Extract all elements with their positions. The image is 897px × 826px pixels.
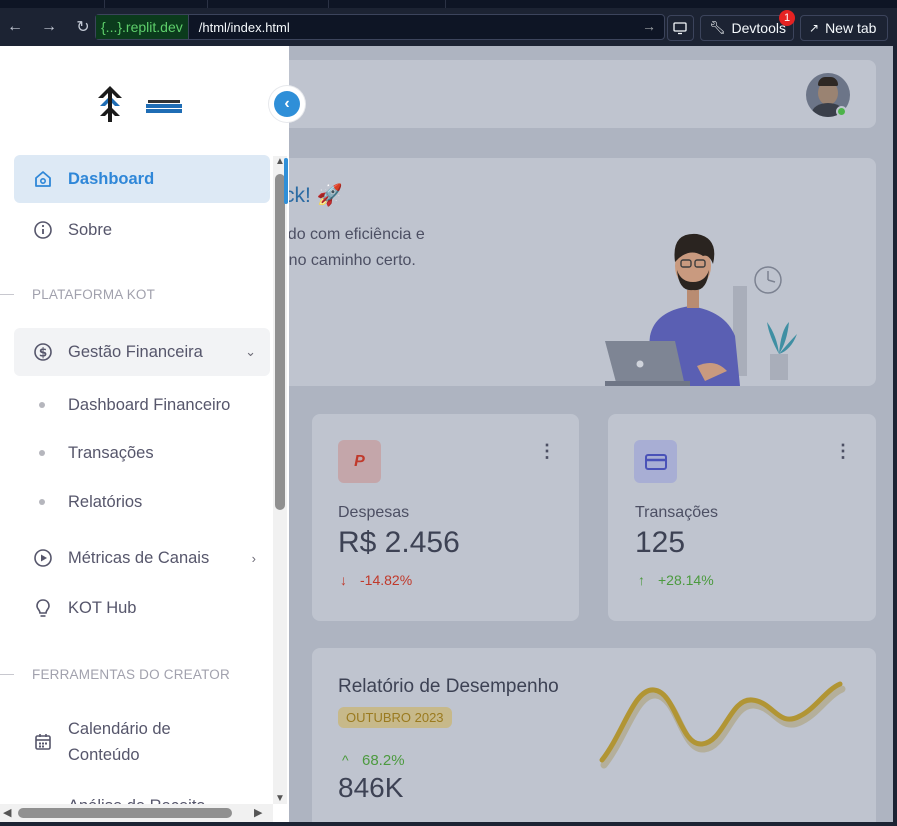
arrow-up-icon: ↑ (638, 572, 645, 588)
sidebar-subitem-label: Transações (68, 443, 154, 462)
sidebar-subitem-label: Dashboard Financeiro (68, 395, 231, 414)
browser-toolbar: ← → ↻ {...} .replit.dev /html/index.html … (0, 8, 897, 46)
tab-strip (0, 0, 897, 8)
browser-tab[interactable] (328, 0, 446, 8)
expenses-change: -14.82% (360, 572, 413, 588)
welcome-card: ck! 🚀 eúdo com eficiência e or no caminh… (250, 158, 876, 386)
chevron-up-icon: ^ (342, 752, 349, 768)
devtools-label: Devtools (731, 20, 786, 36)
back-icon[interactable]: ← (4, 16, 26, 38)
label-line2: Conteúdo (68, 746, 140, 764)
expenses-card: P ⋮ Despesas R$ 2.456 ↓ -14.82% (312, 414, 579, 621)
monitor-icon (673, 22, 687, 35)
sidebar-subitem-label: Relatórios (68, 492, 143, 511)
sidebar-vertical-scrollbar[interactable]: ▲ ▼ (273, 156, 287, 804)
window-edge (893, 46, 897, 826)
paypal-icon: P (338, 440, 381, 483)
report-change: 68.2% (362, 752, 405, 769)
sidebar-item-label: Sobre (68, 220, 113, 239)
sidebar-item-gestao-financeira[interactable]: $ Gestão Financeira ⌄ (14, 328, 270, 376)
sidebar-item-label: Métricas de Canais (68, 548, 210, 567)
sidebar-horizontal-scrollbar[interactable]: ◀ ▶ (0, 804, 273, 822)
url-host: {...} .replit.dev (96, 15, 189, 39)
dollar-icon: $ (32, 341, 54, 363)
sidebar-item-label: Dashboard (68, 169, 155, 188)
scrollbar-thumb[interactable] (275, 174, 285, 510)
device-preview-button[interactable] (667, 15, 694, 41)
expenses-title: Despesas (338, 504, 410, 521)
report-period-badge: OUTUBRO 2023 (338, 707, 452, 728)
new-tab-label: New tab (825, 20, 877, 36)
expenses-value: R$ 2.456 (338, 526, 460, 559)
transactions-change: +28.14% (658, 572, 714, 588)
welcome-text-line1: eúdo com eficiência e (270, 226, 425, 243)
url-path: /html/index.html (198, 19, 290, 35)
sidebar-item-label: KOT Hub (68, 598, 137, 617)
url-host-prefix: {...} (101, 19, 123, 35)
sidebar-item-sobre[interactable]: Sobre (14, 206, 270, 254)
scroll-down-icon[interactable]: ▼ (275, 793, 285, 804)
sidebar-item-label: Gestão Financeira (68, 342, 203, 361)
url-host-domain: .replit.dev (122, 19, 183, 35)
sidebar-item-kot-hub[interactable]: KOT Hub (14, 584, 270, 632)
arrow-down-icon: ↓ (340, 572, 347, 588)
more-options-icon[interactable]: ⋮ (538, 442, 556, 460)
page-viewport: ck! 🚀 eúdo com eficiência e or no caminh… (0, 46, 893, 822)
play-circle-icon (32, 547, 54, 569)
window-edge (0, 822, 897, 826)
sidebar-subitem-dashboard-financeiro[interactable]: Dashboard Financeiro (14, 392, 270, 418)
sidebar-item-dashboard[interactable]: Dashboard (14, 155, 270, 203)
devtools-button[interactable]: 🔧︎ Devtools 1 (700, 10, 795, 41)
sidebar: ▲ ▼ Dashboard Sobre PLATAFORMA KOT $ Ges… (0, 46, 289, 822)
scroll-left-icon[interactable]: ◀ (3, 806, 11, 819)
sidebar-subitem-relatorios[interactable]: Relatórios (14, 489, 270, 515)
more-options-icon[interactable]: ⋮ (834, 442, 852, 460)
report-value: 846K (338, 772, 404, 803)
sidebar-item-metricas-canais[interactable]: Métricas de Canais › (14, 534, 270, 582)
address-bar[interactable]: {...} .replit.dev /html/index.html → (95, 14, 665, 40)
home-icon (32, 168, 54, 190)
transactions-card: ⋮ Transações 125 ↑ +28.14% (608, 414, 876, 621)
chevron-right-icon: › (251, 550, 256, 566)
performance-report-card: Relatório de Desempenho OUTUBRO 2023 ^ 6… (312, 648, 876, 822)
bulb-icon (32, 597, 54, 619)
chevron-down-icon: ⌄ (245, 344, 256, 359)
report-title: Relatório de Desempenho (338, 676, 559, 697)
person-laptop-illustration (605, 233, 797, 386)
section-heading-ferramentas: FERRAMENTAS DO CREATOR (0, 667, 230, 682)
report-sparkline (599, 681, 846, 769)
scroll-right-icon[interactable]: ▶ (254, 806, 262, 819)
section-heading-plataforma: PLATAFORMA KOT (0, 287, 155, 302)
chevron-left-icon: ‹ (274, 91, 300, 117)
info-icon (32, 219, 54, 241)
sidebar-subitem-transacoes[interactable]: Transações (14, 440, 270, 466)
forward-icon[interactable]: → (38, 16, 60, 38)
reload-icon[interactable]: ↻ (72, 16, 94, 38)
wrench-icon: 🔧︎ (709, 20, 726, 35)
transactions-value: 125 (635, 526, 686, 559)
sidebar-collapse-button[interactable]: ‹ (269, 86, 305, 122)
top-navbar (250, 60, 876, 128)
credit-card-icon (634, 440, 677, 483)
calendar-icon (32, 731, 54, 753)
section-label: PLATAFORMA KOT (32, 287, 156, 302)
go-arrow-icon[interactable]: → (642, 18, 656, 34)
devtools-badge: 1 (779, 10, 795, 26)
active-indicator (284, 158, 288, 204)
sidebar-item-calendario[interactable]: Calendário de Conteúdo (14, 716, 270, 768)
online-status-dot (836, 106, 847, 117)
browser-tab[interactable] (104, 0, 208, 8)
transactions-title: Transações (635, 504, 718, 521)
external-link-icon: ↗ (809, 21, 820, 35)
welcome-text-line2: or no caminho certo. (270, 252, 416, 269)
label-line1: Calendário de (68, 720, 171, 738)
scrollbar-thumb[interactable] (18, 808, 232, 818)
svg-text:$: $ (39, 346, 47, 360)
welcome-title: ck! 🚀 (284, 184, 343, 207)
logo (95, 84, 185, 129)
section-label: FERRAMENTAS DO CREATOR (32, 667, 230, 682)
sidebar-item-label: Calendário de Conteúdo (68, 716, 171, 768)
new-tab-button[interactable]: ↗ New tab (800, 15, 888, 41)
